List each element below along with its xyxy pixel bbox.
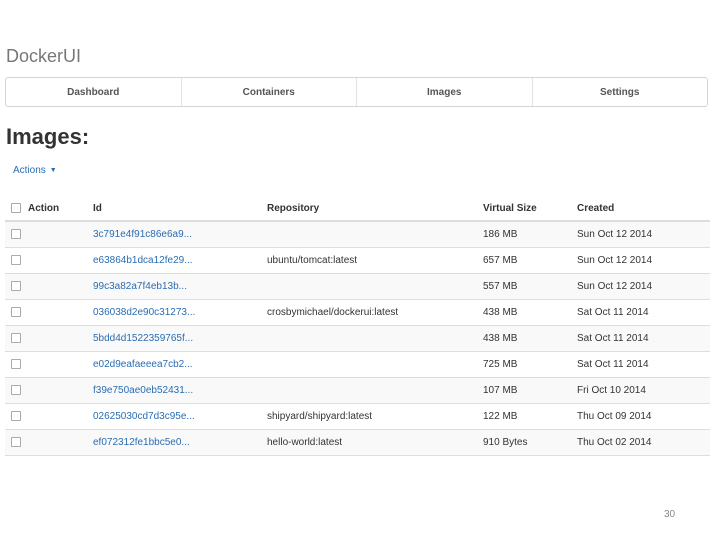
header-action[interactable]: Action bbox=[28, 203, 93, 214]
page-title: Images: bbox=[6, 124, 90, 149]
created-cell: Sun Oct 12 2014 bbox=[577, 255, 653, 266]
created-cell: Sun Oct 12 2014 bbox=[577, 229, 653, 240]
virtual-size-cell: 657 MB bbox=[483, 255, 518, 266]
created-cell: Sun Oct 12 2014 bbox=[577, 281, 653, 292]
table-row: e63864b1dca12fe29... ubuntu/tomcat:lates… bbox=[5, 248, 710, 274]
header-repository[interactable]: Repository bbox=[267, 203, 483, 214]
created-cell: Sat Oct 11 2014 bbox=[577, 359, 649, 370]
table-header-row: Action Id Repository Virtual Size Create… bbox=[5, 196, 710, 222]
nav-settings[interactable]: Settings bbox=[533, 78, 708, 106]
row-checkbox[interactable] bbox=[11, 437, 21, 448]
table-row: ef072312fe1bbc5e0... hello-world:latest … bbox=[5, 430, 710, 456]
image-id-link[interactable]: f39e750ae0eb52431... bbox=[93, 385, 267, 396]
table-row: 3c791e4f91c86e6a9... 186 MB Sun Oct 12 2… bbox=[5, 222, 710, 248]
actions-label: Actions bbox=[13, 165, 46, 176]
row-checkbox[interactable] bbox=[11, 333, 21, 344]
repository-cell: hello-world:latest bbox=[267, 437, 343, 448]
image-id-link[interactable]: 3c791e4f91c86e6a9... bbox=[93, 229, 267, 240]
image-id-link[interactable]: ef072312fe1bbc5e0... bbox=[93, 437, 267, 448]
table-row: e02d9eafaeeea7cb2... 725 MB Sat Oct 11 2… bbox=[5, 352, 710, 378]
image-id-link[interactable]: e02d9eafaeeea7cb2... bbox=[93, 359, 267, 370]
caret-down-icon: ▼ bbox=[49, 166, 57, 174]
row-checkbox[interactable] bbox=[11, 229, 21, 240]
row-checkbox[interactable] bbox=[11, 255, 21, 266]
image-id-link[interactable]: 02625030cd7d3c95e... bbox=[93, 411, 267, 422]
image-id-link[interactable]: 036038d2e90c31273... bbox=[93, 307, 267, 318]
row-checkbox[interactable] bbox=[11, 359, 21, 370]
table-row: 02625030cd7d3c95e... shipyard/shipyard:l… bbox=[5, 404, 710, 430]
image-id-link[interactable]: 99c3a82a7f4eb13b... bbox=[93, 281, 267, 292]
table-row: 036038d2e90c31273... crosbymichael/docke… bbox=[5, 300, 710, 326]
header-id[interactable]: Id bbox=[93, 203, 267, 214]
images-table: Action Id Repository Virtual Size Create… bbox=[5, 196, 710, 456]
virtual-size-cell: 910 Bytes bbox=[483, 437, 528, 448]
created-cell: Thu Oct 02 2014 bbox=[577, 437, 652, 448]
slide-number: 30 bbox=[664, 509, 676, 520]
virtual-size-cell: 107 MB bbox=[483, 385, 518, 396]
table-row: 5bdd4d1522359765f... 438 MB Sat Oct 11 2… bbox=[5, 326, 710, 352]
virtual-size-cell: 438 MB bbox=[483, 333, 518, 344]
header-virtual-size[interactable]: Virtual Size bbox=[483, 203, 577, 214]
actions-dropdown[interactable]: Actions ▼ bbox=[13, 165, 57, 176]
nav-containers[interactable]: Containers bbox=[182, 78, 357, 106]
image-id-link[interactable]: 5bdd4d1522359765f... bbox=[93, 333, 267, 344]
main-navbar: Dashboard Containers Images Settings bbox=[5, 77, 708, 107]
app-title[interactable]: DockerUI bbox=[6, 46, 81, 67]
table-row: 99c3a82a7f4eb13b... 557 MB Sun Oct 12 20… bbox=[5, 274, 710, 300]
virtual-size-cell: 438 MB bbox=[483, 307, 518, 318]
nav-images[interactable]: Images bbox=[357, 78, 533, 106]
repository-cell: ubuntu/tomcat:latest bbox=[267, 255, 358, 266]
row-checkbox[interactable] bbox=[11, 281, 21, 292]
select-all-checkbox[interactable] bbox=[11, 202, 21, 213]
row-checkbox[interactable] bbox=[11, 385, 21, 396]
image-id-link[interactable]: e63864b1dca12fe29... bbox=[93, 255, 267, 266]
virtual-size-cell: 725 MB bbox=[483, 359, 518, 370]
table-row: f39e750ae0eb52431... 107 MB Fri Oct 10 2… bbox=[5, 378, 710, 404]
created-cell: Sat Oct 11 2014 bbox=[577, 307, 649, 318]
repository-cell: crosbymichael/dockerui:latest bbox=[267, 307, 399, 318]
row-checkbox[interactable] bbox=[11, 411, 21, 422]
nav-dashboard[interactable]: Dashboard bbox=[6, 78, 182, 106]
created-cell: Sat Oct 11 2014 bbox=[577, 333, 649, 344]
created-cell: Fri Oct 10 2014 bbox=[577, 385, 646, 396]
virtual-size-cell: 186 MB bbox=[483, 229, 518, 240]
virtual-size-cell: 557 MB bbox=[483, 281, 518, 292]
header-created[interactable]: Created bbox=[577, 203, 709, 214]
row-checkbox[interactable] bbox=[11, 307, 21, 318]
created-cell: Thu Oct 09 2014 bbox=[577, 411, 652, 422]
repository-cell: shipyard/shipyard:latest bbox=[267, 411, 373, 422]
virtual-size-cell: 122 MB bbox=[483, 411, 518, 422]
